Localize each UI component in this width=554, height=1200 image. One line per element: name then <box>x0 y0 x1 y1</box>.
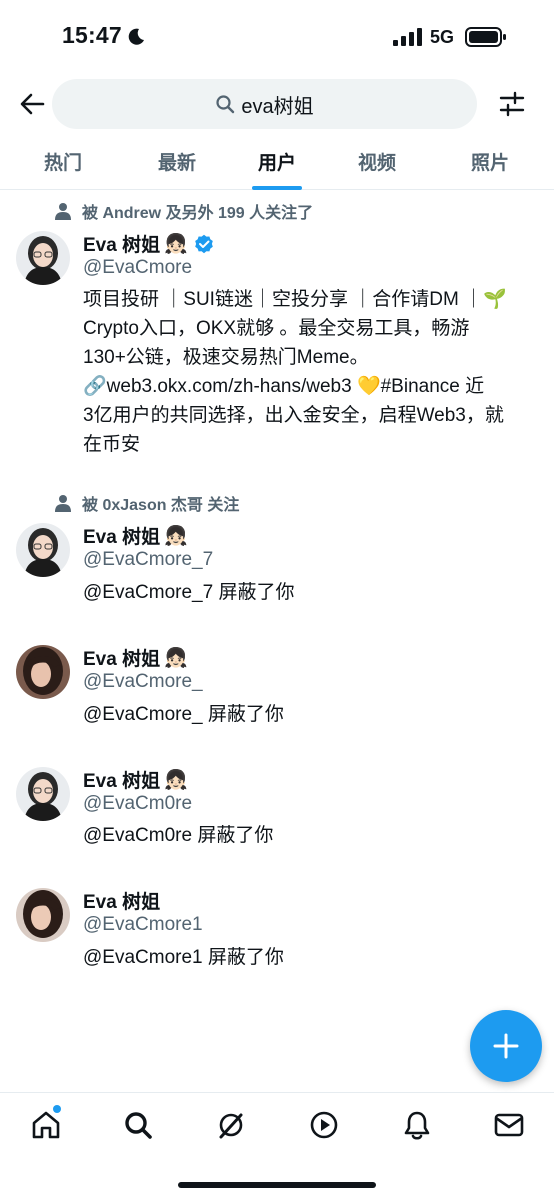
person-icon <box>55 495 71 512</box>
social-context: 被 0xJason 杰哥 关注 <box>54 491 239 515</box>
girl-emoji: 👧🏻 <box>164 233 188 255</box>
user-bio: @EvaCmore1 屏蔽了你 <box>83 947 284 968</box>
tab-people[interactable]: 用户 <box>244 148 310 190</box>
girl-emoji: 👧🏻 <box>164 647 188 669</box>
plus-icon <box>493 1033 519 1059</box>
search-query: eva树姐 <box>241 95 314 118</box>
girl-emoji: 👧🏻 <box>164 525 188 547</box>
user-bio: @EvaCmore_ 屏蔽了你 <box>83 704 284 725</box>
bell-icon[interactable] <box>401 1109 433 1141</box>
search-input[interactable]: eva树姐 <box>52 79 477 129</box>
user-handle: @EvaCmore1 <box>83 914 203 935</box>
moon-icon <box>128 28 144 45</box>
search-icon <box>216 95 235 114</box>
user-handle: @EvaCmore <box>83 257 193 278</box>
user-name[interactable]: Eva 树姐 👧🏻 <box>83 230 214 257</box>
verified-badge-icon <box>194 234 213 253</box>
active-tab-indicator <box>252 186 302 190</box>
play-icon[interactable] <box>308 1109 340 1141</box>
user-name[interactable]: Eva 树姐 👧🏻 <box>83 766 188 793</box>
user-name[interactable]: Eva 树姐 <box>83 887 160 914</box>
search-tabs: 热门 最新 用户 视频 照片 <box>0 136 554 190</box>
avatar[interactable] <box>16 645 70 699</box>
user-handle: @EvaCmore_7 <box>83 549 214 570</box>
filter-settings-icon[interactable] <box>498 90 526 118</box>
tab-videos[interactable]: 视频 <box>344 148 410 190</box>
avatar[interactable] <box>16 231 70 285</box>
user-name[interactable]: Eva 树姐 👧🏻 <box>83 522 188 549</box>
tab-photos[interactable]: 照片 <box>457 148 523 190</box>
social-context: 被 Andrew 及另外 199 人关注了 <box>54 199 313 223</box>
notification-dot <box>53 1105 61 1113</box>
user-bio: @EvaCmore_7 屏蔽了你 <box>83 582 295 603</box>
search-header: eva树姐 <box>0 72 554 136</box>
person-icon <box>55 203 71 220</box>
tab-top[interactable]: 热门 <box>30 148 96 190</box>
mail-icon[interactable] <box>493 1109 525 1141</box>
home-indicator <box>178 1182 376 1188</box>
avatar[interactable] <box>16 888 70 942</box>
user-bio: 项目投研 ｜SUI链迷｜空投分享 ｜合作请DM ｜🌱 Crypto入口，OKX就… <box>83 289 507 455</box>
avatar[interactable] <box>16 767 70 821</box>
avatar[interactable] <box>16 523 70 577</box>
status-bar: 15:47 5G <box>0 0 554 72</box>
compose-post-button[interactable] <box>470 1010 542 1082</box>
user-name[interactable]: Eva 树姐 👧🏻 <box>83 644 188 671</box>
home-icon[interactable] <box>30 1109 62 1141</box>
status-time: 15:47 <box>62 22 122 48</box>
user-bio: @EvaCm0re 屏蔽了你 <box>83 825 274 846</box>
signal-icon <box>393 28 422 46</box>
tab-latest[interactable]: 最新 <box>144 148 210 190</box>
network-label: 5G <box>430 27 455 47</box>
search-icon[interactable] <box>122 1109 154 1141</box>
user-handle: @EvaCmore_ <box>83 671 203 692</box>
back-arrow-icon[interactable] <box>18 90 46 118</box>
girl-emoji: 👧🏻 <box>164 769 188 791</box>
grok-icon[interactable] <box>215 1109 247 1141</box>
user-handle: @EvaCm0re <box>83 793 193 814</box>
battery-icon <box>465 27 506 47</box>
